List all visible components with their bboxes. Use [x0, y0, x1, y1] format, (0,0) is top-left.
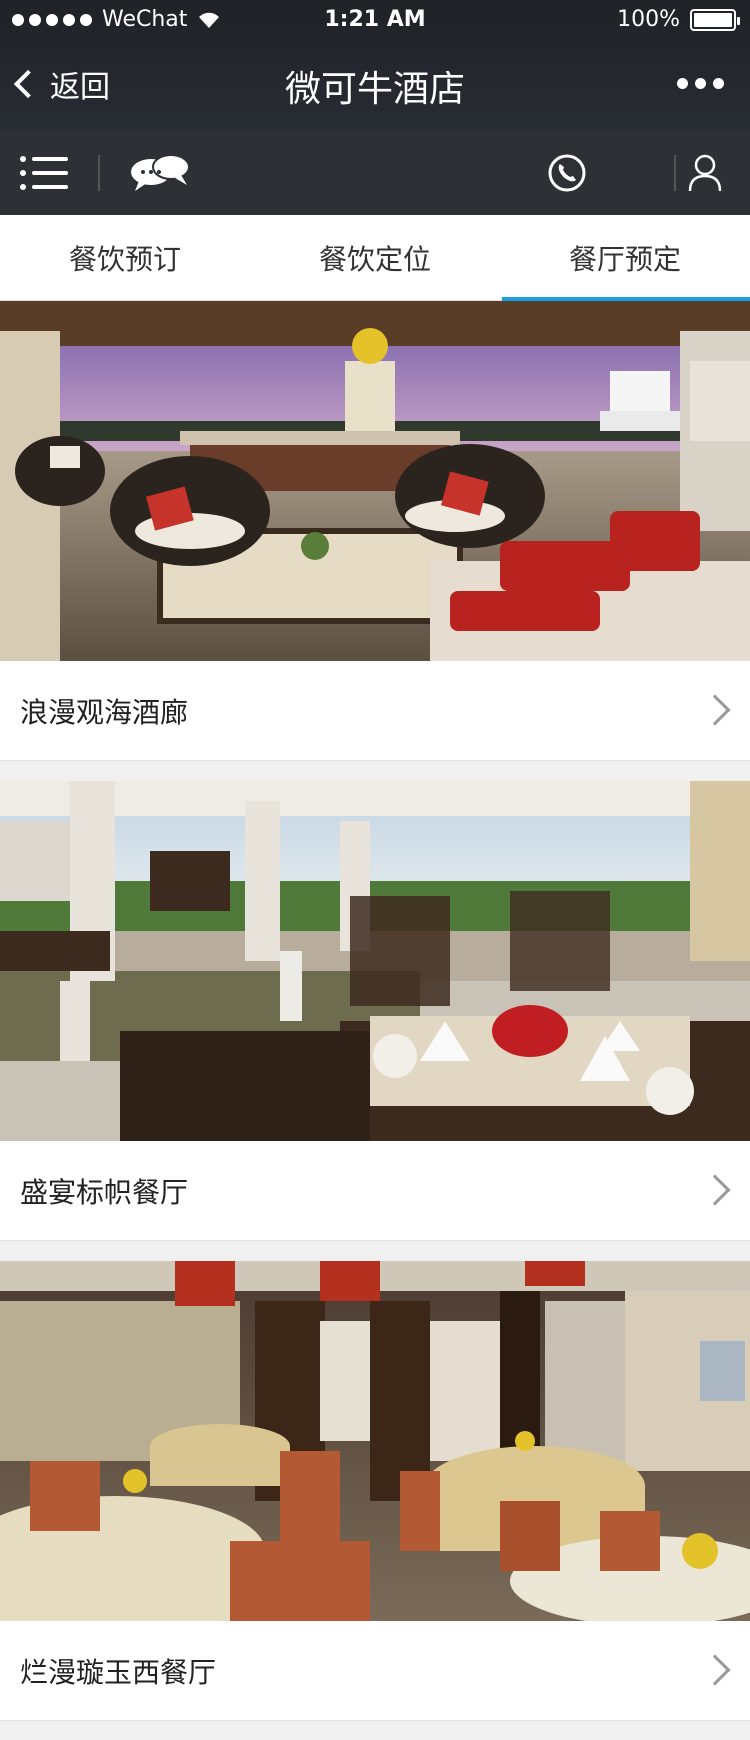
restaurant-name: 烂漫璇玉西餐厅 [20, 1655, 217, 1689]
tab-bar: 餐饮预订 餐饮定位 餐厅预定 [0, 215, 750, 301]
battery-info: 100% [617, 7, 740, 32]
more-icon[interactable] [677, 78, 724, 89]
restaurant-photo [0, 301, 750, 661]
chevron-right-icon [699, 1654, 731, 1686]
restaurant-card[interactable]: 盛宴标帜餐厅 [0, 781, 750, 1241]
nav-bar: 返回 微可牛酒店 [0, 40, 750, 130]
chevron-right-icon [699, 694, 731, 726]
restaurant-row[interactable]: 盛宴标帜餐厅 [0, 1141, 750, 1241]
status-bar: WeChat 1:21 AM 100% [0, 0, 750, 40]
tab-dining-location[interactable]: 餐饮定位 [250, 215, 500, 300]
restaurant-photo [0, 1261, 750, 1621]
top-bar: WeChat 1:21 AM 100% 返回 微可牛酒店 [0, 0, 750, 130]
page-title: 微可牛酒店 [284, 69, 465, 110]
chevron-right-icon [699, 1174, 731, 1206]
user-icon[interactable] [680, 130, 730, 215]
restaurant-name: 浪漫观海酒廊 [20, 695, 189, 729]
toolbar [0, 130, 750, 215]
restaurant-name: 盛宴标帜餐厅 [20, 1175, 189, 1209]
tab-label: 餐饮预订 [68, 242, 181, 276]
tab-restaurant-booking[interactable]: 餐厅预定 [500, 215, 750, 301]
phone-icon[interactable] [542, 130, 592, 215]
divider [98, 155, 100, 191]
battery-icon [690, 8, 740, 31]
divider [674, 155, 676, 191]
chat-icon[interactable] [125, 130, 195, 215]
restaurant-row[interactable]: 浪漫观海酒廊 [0, 661, 750, 761]
restaurant-photo [0, 781, 750, 1141]
tab-dining-booking[interactable]: 餐饮预订 [0, 215, 250, 300]
restaurant-card[interactable]: 烂漫璇玉西餐厅 [0, 1261, 750, 1721]
tab-label: 餐饮定位 [318, 242, 431, 276]
restaurant-row[interactable]: 烂漫璇玉西餐厅 [0, 1621, 750, 1721]
menu-icon[interactable] [18, 130, 70, 215]
tab-label: 餐厅预定 [568, 242, 681, 276]
battery-percent: 100% [617, 7, 680, 32]
restaurant-card[interactable]: 浪漫观海酒廊 [0, 301, 750, 761]
